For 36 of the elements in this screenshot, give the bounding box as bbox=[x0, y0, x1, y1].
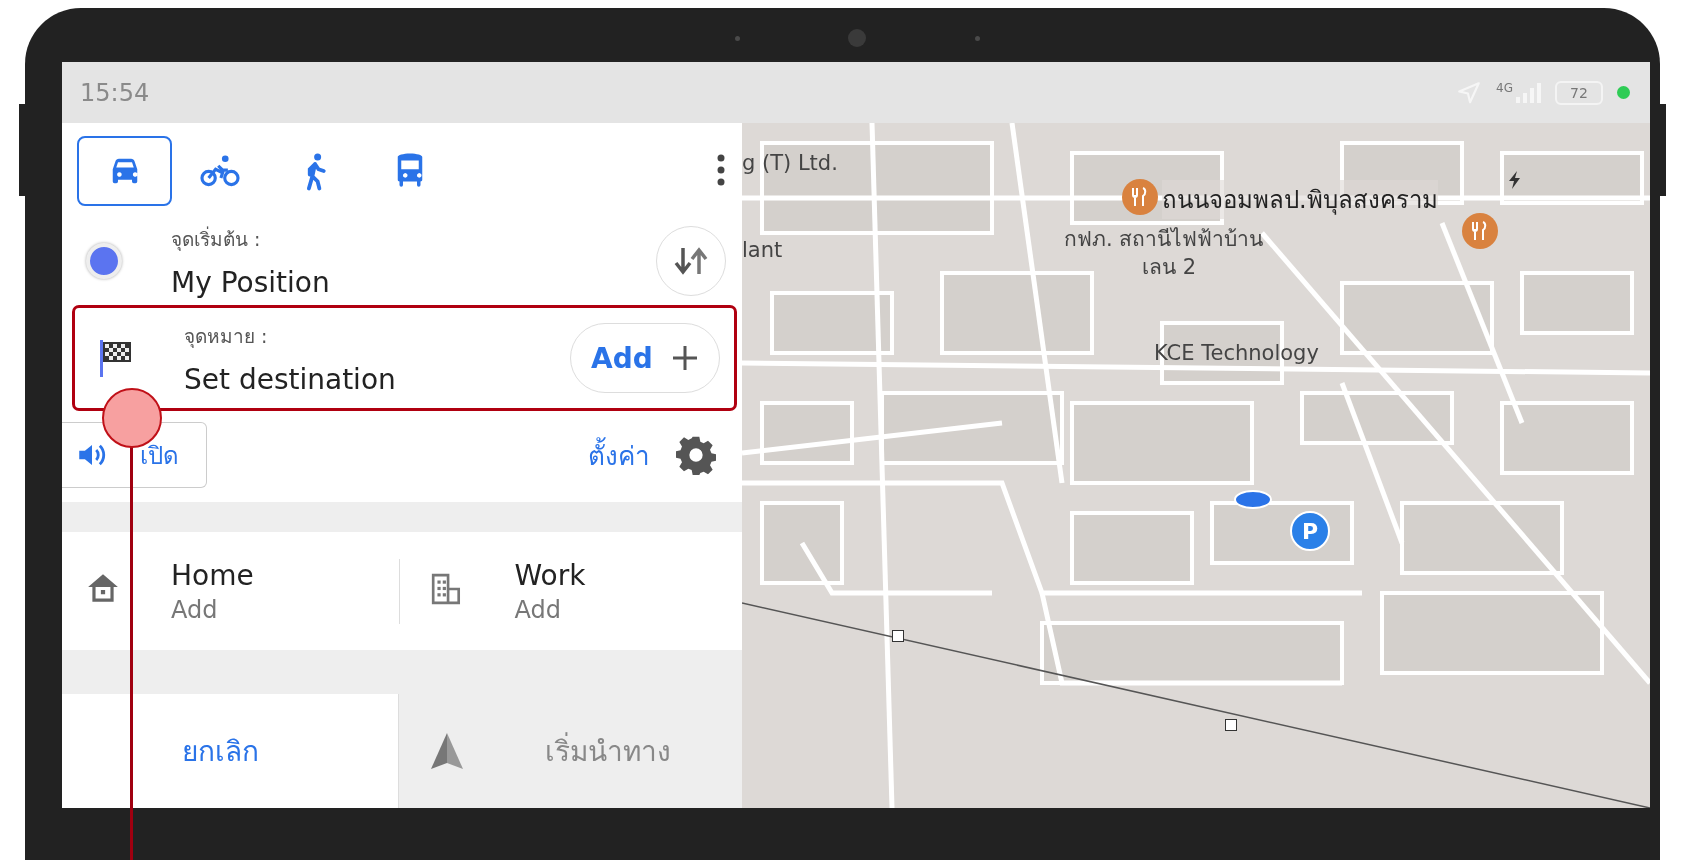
settings-icon[interactable] bbox=[676, 435, 716, 475]
status-dot bbox=[1617, 86, 1630, 99]
start-value[interactable]: My Position bbox=[171, 265, 656, 299]
map-marker bbox=[1225, 719, 1237, 731]
map-label: กฟภ. สถานีไฟฟ้าบ้าน bbox=[1064, 226, 1264, 253]
destination-row[interactable]: จุดหมาย : Set destination Add bbox=[75, 308, 734, 408]
plus-icon bbox=[670, 344, 699, 372]
clock-text: 15:54 bbox=[80, 78, 150, 107]
more-options-icon[interactable] bbox=[716, 153, 726, 186]
network-type-text: 4G bbox=[1496, 80, 1513, 95]
map-label: เลน 2 bbox=[1142, 254, 1197, 281]
map-label: lant bbox=[742, 238, 783, 262]
settings-link[interactable]: ตั้งค่า bbox=[588, 434, 650, 476]
place-subtitle: Add bbox=[514, 595, 562, 624]
sensor-dot bbox=[975, 36, 980, 41]
power-icon bbox=[1508, 171, 1522, 189]
place-title[interactable]: Work bbox=[514, 558, 742, 592]
map-label: g (T) Ltd. bbox=[742, 151, 838, 175]
place-title[interactable]: Home bbox=[171, 558, 399, 592]
checkered-flag-icon bbox=[99, 338, 133, 378]
swap-arrows-icon bbox=[673, 246, 709, 276]
destination-label: จุดหมาย : bbox=[184, 323, 269, 350]
battery-level-text: 72 bbox=[1555, 80, 1603, 105]
map-label: KCE Technology bbox=[1154, 341, 1319, 365]
fork-knife-icon bbox=[1131, 187, 1149, 207]
road-label: ถนนจอมพลป.พิบุลสงคราม bbox=[1162, 180, 1438, 219]
position-dot bbox=[86, 243, 122, 279]
sensor-dot bbox=[735, 36, 740, 41]
add-button[interactable]: Add bbox=[570, 323, 720, 393]
destination-value[interactable]: Set destination bbox=[184, 362, 570, 396]
fork-knife-icon bbox=[1471, 221, 1489, 241]
start-label: จุดเริ่มต้น : bbox=[171, 225, 262, 253]
map-marker bbox=[892, 630, 904, 642]
place-subtitle: Add bbox=[171, 595, 219, 624]
cancel-button[interactable]: ยกเลิก bbox=[62, 694, 398, 808]
travel-mode-tab[interactable] bbox=[77, 136, 172, 206]
